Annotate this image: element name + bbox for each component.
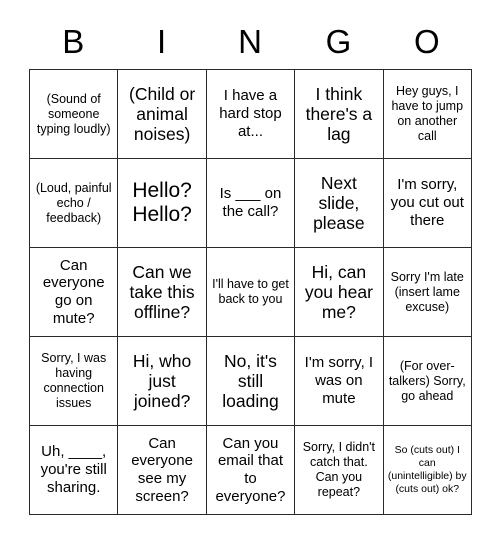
header-letter-o: O (413, 23, 440, 60)
bingo-cell[interactable]: Sorry, I was having connection issues (28, 336, 119, 426)
bingo-cell-label: So (cuts out) I can (unintelligible) by … (387, 444, 467, 495)
bingo-cell-label: Next slide, please (313, 172, 365, 234)
bingo-cell-label: Hi, can you hear me? (304, 261, 373, 323)
bingo-cell-label: Sorry I'm late (insert lame excuse) (390, 269, 464, 314)
bingo-cell-label: I think there's a lag (305, 83, 373, 145)
bingo-cell-label: I have a hard stop at... (219, 87, 282, 140)
bingo-cell-label: I'm sorry, I was on mute (304, 354, 374, 407)
bingo-cell-label: Hi, who just joined? (132, 350, 192, 412)
bingo-cell[interactable]: Can you email that to everyone? (205, 425, 296, 515)
header-letter-i: I (157, 23, 167, 60)
bingo-cell[interactable]: Next slide, please (294, 158, 384, 248)
bingo-cell[interactable]: (Loud, painful echo / feedback) (28, 158, 119, 248)
bingo-cell-label: I'm sorry, you cut out there (390, 176, 464, 229)
bingo-cell[interactable]: Can we take this offline? (117, 247, 207, 337)
bingo-cell-label: I'll have to get back to you (212, 277, 289, 306)
bingo-cell[interactable]: (For over-talkers) Sorry, go ahead (382, 336, 472, 426)
bingo-row: Uh, ____, you're still sharing. Can ever… (28, 425, 472, 515)
bingo-cell-label: (Child or animal noises) (129, 83, 196, 145)
header-letter-g: G (325, 23, 352, 60)
bingo-row: Sorry, I was having connection issues Hi… (28, 336, 472, 426)
bingo-cell[interactable]: Hi, can you hear me? (294, 247, 384, 337)
bingo-cell[interactable]: I'm sorry, I was on mute (294, 336, 384, 426)
bingo-cell-label: (Loud, painful echo / feedback) (35, 180, 112, 225)
bingo-cell[interactable]: Can everyone see my screen? (117, 425, 207, 515)
bingo-cell[interactable]: (Child or animal noises) (117, 69, 207, 159)
bingo-cell-label: Can everyone see my screen? (131, 434, 193, 505)
bingo-cell[interactable]: Sorry I'm late (insert lame excuse) (382, 247, 472, 337)
bingo-cell-label: Can we take this offline? (129, 261, 195, 323)
bingo-row: (Loud, painful echo / feedback) Hello? H… (28, 158, 472, 248)
bingo-cell[interactable]: I think there's a lag (294, 69, 384, 159)
bingo-row: (Sound of someone typing loudly) (Child … (28, 69, 472, 159)
bingo-card: B I N G O (Sound of someone typing loudl… (28, 14, 472, 515)
bingo-cell[interactable]: Is ___ on the call? (205, 158, 296, 248)
bingo-cell[interactable]: Hi, who just joined? (117, 336, 207, 426)
bingo-cell-label: Sorry, I was having connection issues (41, 351, 107, 410)
bingo-cell[interactable]: I'll have to get back to you (205, 247, 296, 337)
bingo-cell-label: (For over-talkers) Sorry, go ahead (388, 358, 466, 403)
bingo-cell[interactable]: I have a hard stop at... (205, 69, 296, 159)
bingo-row: Can everyone go on mute? Can we take thi… (28, 247, 472, 337)
bingo-cell[interactable]: Sorry, I didn't catch that. Can you repe… (294, 425, 384, 515)
bingo-header: B I N G O (29, 14, 471, 69)
bingo-cell[interactable]: Hey guys, I have to jump on another call (382, 69, 472, 159)
bingo-cell[interactable]: Can everyone go on mute? (28, 247, 119, 337)
bingo-cell-label: Sorry, I didn't catch that. Can you repe… (302, 440, 376, 499)
header-letter-b: B (62, 23, 85, 60)
bingo-grid: (Sound of someone typing loudly) (Child … (28, 69, 472, 515)
bingo-cell-label: No, it's still loading (222, 350, 279, 412)
bingo-cell-label: Can everyone go on mute? (42, 256, 105, 327)
bingo-cell-label: Uh, ____, you're still sharing. (40, 443, 107, 496)
bingo-cell[interactable]: I'm sorry, you cut out there (382, 158, 472, 248)
bingo-cell[interactable]: Hello? Hello? (117, 158, 207, 248)
bingo-cell-label: Hello? Hello? (132, 179, 192, 226)
bingo-cell[interactable]: (Sound of someone typing loudly) (28, 69, 119, 159)
bingo-cell[interactable]: Uh, ____, you're still sharing. (28, 425, 119, 515)
bingo-cell[interactable]: So (cuts out) I can (unintelligible) by … (382, 425, 472, 515)
bingo-cell-label: Can you email that to everyone? (215, 434, 286, 505)
bingo-cell[interactable]: No, it's still loading (205, 336, 296, 426)
bingo-cell-label: (Sound of someone typing loudly) (36, 91, 111, 136)
bingo-cell-label: Hey guys, I have to jump on another call (391, 84, 464, 143)
bingo-cell-label: Is ___ on the call? (219, 185, 282, 220)
header-letter-n: N (238, 23, 262, 60)
